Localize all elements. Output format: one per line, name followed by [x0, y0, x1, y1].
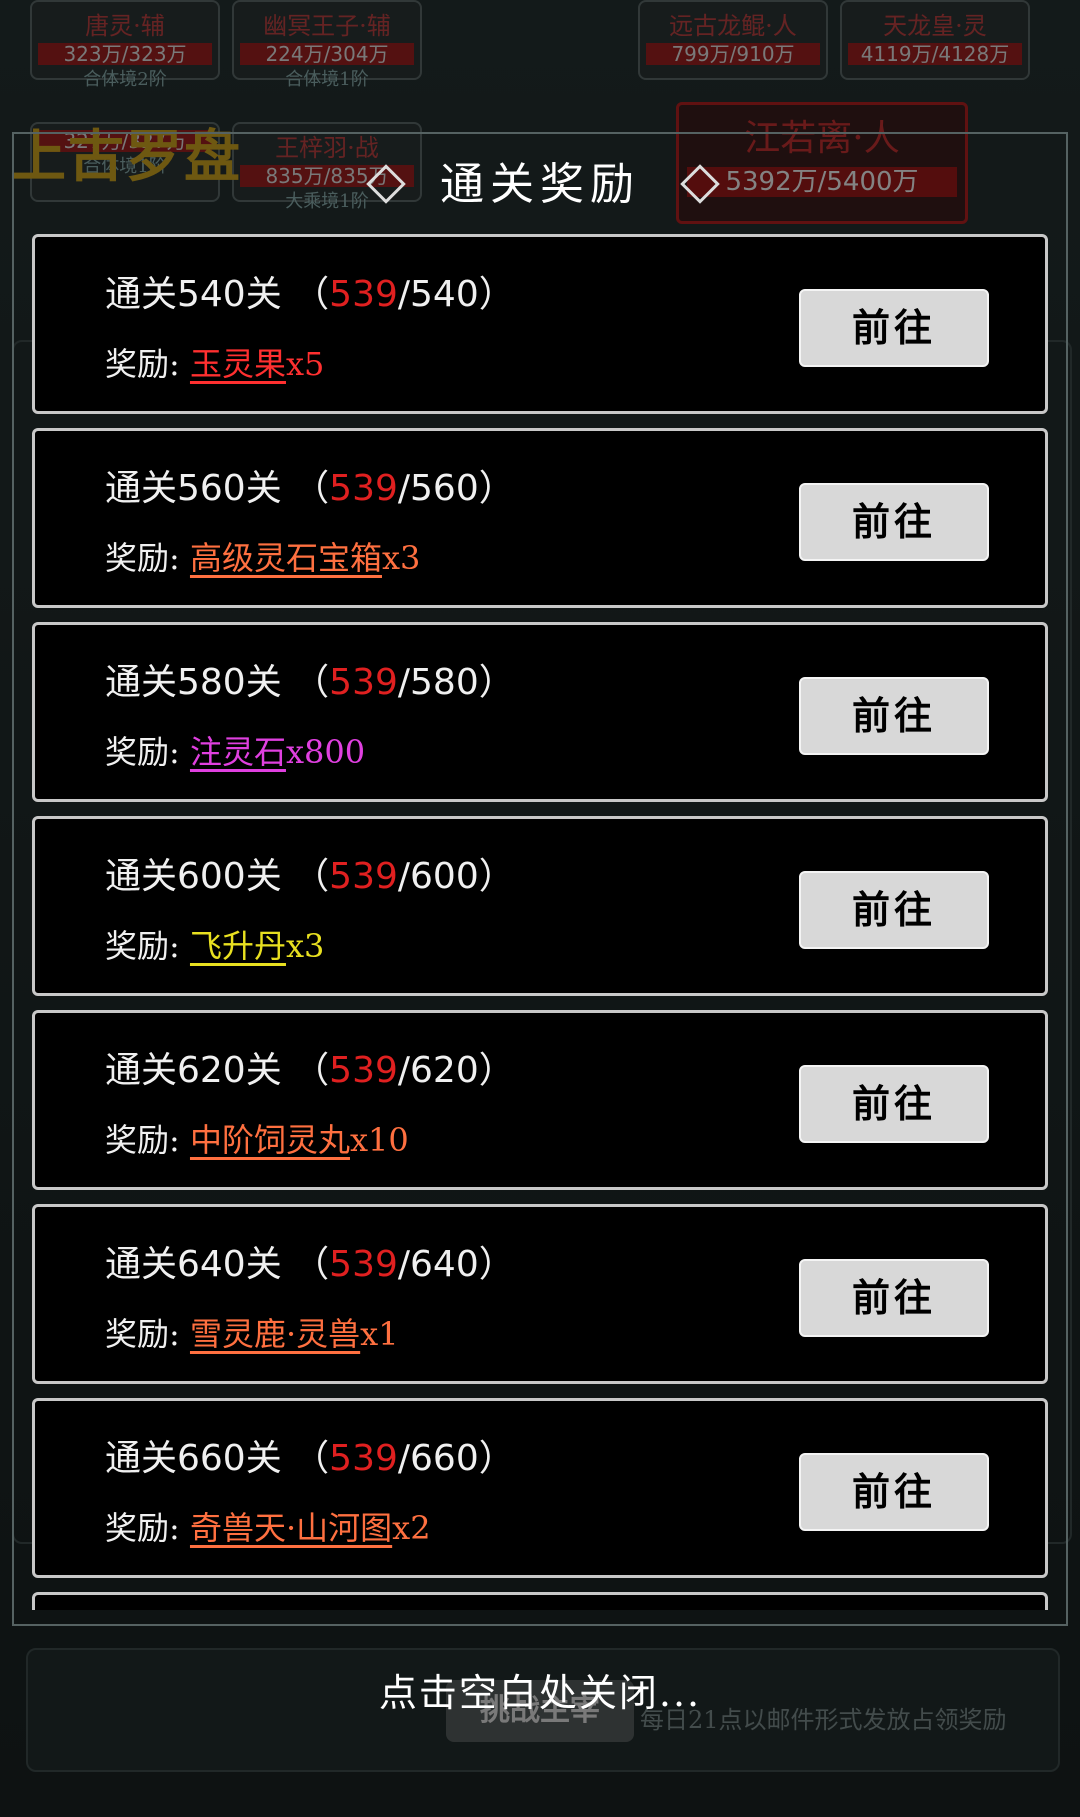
reward-text: 奖励: 奇兽天·山河图x2: [105, 1509, 431, 1547]
stage-progress: 通关640关 （539/640）: [105, 1244, 515, 1285]
stage-progress: 通关620关 （539/620）: [105, 1050, 515, 1091]
close-hint[interactable]: 点击空白处关闭...: [0, 1662, 1080, 1717]
stage-progress: 通关560关 （539/560）: [105, 468, 515, 509]
reward-item[interactable]: 玉灵果: [190, 345, 286, 383]
stage-progress: 通关660关 （539/660）: [105, 1438, 515, 1479]
go-button[interactable]: 前往: [799, 1259, 989, 1337]
reward-card: 通关640关 （539/640） 奖励: 雪灵鹿·灵兽x1 前往: [32, 1204, 1048, 1384]
go-button[interactable]: 前往: [799, 677, 989, 755]
reward-card: 通关600关 （539/600） 奖励: 飞升丹x3 前往: [32, 816, 1048, 996]
go-button[interactable]: 前往: [799, 483, 989, 561]
reward-text: 奖励: 高级灵石宝箱x3: [105, 539, 421, 577]
reward-card: 通关540关 （539/540） 奖励: 玉灵果x5 前往: [32, 234, 1048, 414]
reward-card: 通关620关 （539/620） 奖励: 中阶饲灵丸x10 前往: [32, 1010, 1048, 1190]
go-button[interactable]: 前往: [799, 1065, 989, 1143]
reward-text: 奖励: 注灵石x800: [105, 733, 366, 771]
reward-item[interactable]: 中阶饲灵丸: [190, 1121, 350, 1159]
stage-progress: 通关600关 （539/600）: [105, 856, 515, 897]
stage-progress: 通关540关 （539/540）: [105, 274, 515, 315]
stage-progress: 通关580关 （539/580）: [105, 662, 515, 703]
reward-item[interactable]: 注灵石: [190, 733, 286, 771]
reward-card: 通关580关 （539/580） 奖励: 注灵石x800 前往: [32, 622, 1048, 802]
reward-text: 奖励: 玉灵果x5: [105, 345, 325, 383]
go-button[interactable]: 前往: [799, 871, 989, 949]
reward-card: 通关560关 （539/560） 奖励: 高级灵石宝箱x3 前往: [32, 428, 1048, 608]
reward-item[interactable]: 飞升丹: [190, 927, 286, 965]
go-button[interactable]: 前往: [799, 289, 989, 367]
reward-text: 奖励: 雪灵鹿·灵兽x1: [105, 1315, 399, 1353]
reward-list[interactable]: 通关540关 （539/540） 奖励: 玉灵果x5 前往 通关560关 （53…: [32, 234, 1050, 1610]
reward-text: 奖励: 飞升丹x3: [105, 927, 325, 965]
go-button[interactable]: 前往: [799, 1453, 989, 1531]
reward-item[interactable]: 雪灵鹿·灵兽: [190, 1315, 360, 1353]
reward-item[interactable]: 高级灵石宝箱: [190, 539, 382, 577]
reward-text: 奖励: 中阶饲灵丸x10: [105, 1121, 409, 1159]
reward-card-partial: [32, 1592, 1048, 1610]
dialog-title: 通关奖励: [440, 159, 640, 210]
reward-card: 通关660关 （539/660） 奖励: 奇兽天·山河图x2 前往: [32, 1398, 1048, 1578]
reward-item[interactable]: 奇兽天·山河图: [190, 1509, 392, 1547]
